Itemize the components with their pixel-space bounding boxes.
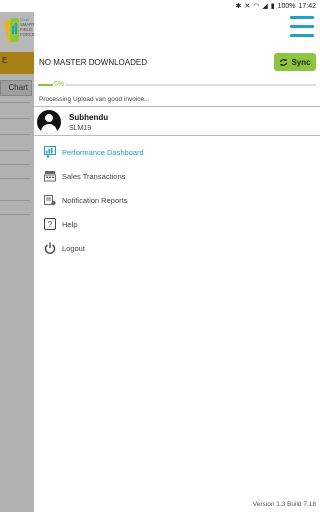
user-name: Subhendu (69, 113, 109, 122)
svg-text:FORCE: FORCE (20, 32, 35, 37)
menu-item-sales-transactions[interactable]: Sales Transactions (34, 164, 320, 188)
menu-item-label: Notification Reports (62, 195, 128, 205)
menu-item-label: Performance Dashboard (62, 147, 144, 157)
help-icon: ? (44, 218, 56, 230)
avatar (37, 110, 61, 134)
menu-item-performance-dashboard[interactable]: Performance Dashboard (34, 140, 320, 164)
menu-hamburger-icon[interactable] (290, 16, 314, 40)
drawer-scrim[interactable] (0, 12, 34, 512)
navigation-drawer: NO MASTER DOWNLOADED Sync 6% Processing … (34, 50, 320, 512)
power-icon (44, 242, 56, 254)
battery-percent: 100% (277, 2, 296, 10)
menu-item-notification-reports[interactable]: Notification Reports (34, 188, 320, 212)
notification-report-icon (44, 194, 56, 206)
processing-status-text: Processing Upload van good invoice... (39, 96, 150, 103)
menu-item-label: Logout (62, 243, 85, 253)
battery-icon: ▮ (270, 2, 275, 10)
master-status-text: NO MASTER DOWNLOADED (39, 58, 148, 67)
cash-register-icon (44, 170, 56, 182)
user-profile: Subhendu SLM19 (34, 106, 320, 136)
upload-progress-percent: 6% (53, 81, 66, 88)
menu-item-label: Help (62, 219, 78, 229)
sync-label: Sync (291, 57, 311, 67)
dashboard-icon (44, 146, 56, 158)
clock: 17:42 (298, 2, 316, 10)
menu-item-logout[interactable]: Logout (34, 236, 320, 260)
sync-icon (280, 58, 288, 66)
user-code: SLM19 (69, 125, 92, 132)
bluetooth-icon: ✱ (235, 2, 242, 10)
app-logo: Forum SMART FIELD FORCE (4, 14, 36, 48)
master-status-row: NO MASTER DOWNLOADED Sync (34, 50, 320, 76)
mute-icon: ✕ (244, 2, 251, 10)
version-text: Version 1.3 Build 7.18 (252, 501, 316, 508)
status-bar: ✱ ✕ ◠ ◢ ▮ 100% 17:42 (0, 0, 320, 12)
drawer-menu: Performance Dashboard Sales Transactions (34, 140, 320, 260)
background-header (0, 12, 320, 52)
upload-progress-bar (38, 84, 316, 86)
signal-icon: ◢ (262, 2, 268, 10)
sync-button[interactable]: Sync (274, 53, 316, 71)
smart-field-force-logo-icon: Forum SMART FIELD FORCE (4, 18, 35, 43)
menu-item-label: Sales Transactions (62, 171, 126, 181)
wifi-icon: ◠ (253, 2, 260, 10)
svg-text:?: ? (48, 220, 53, 229)
menu-item-help[interactable]: ? Help (34, 212, 320, 236)
